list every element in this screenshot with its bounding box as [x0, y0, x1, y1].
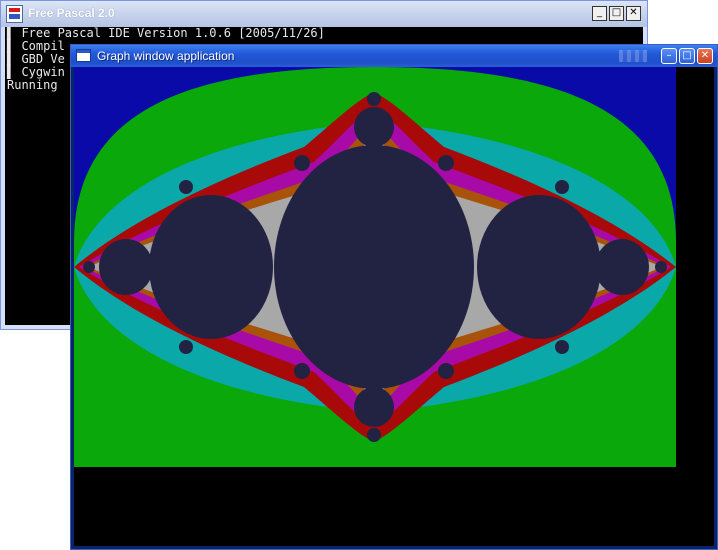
console-minimize-button[interactable]: _: [592, 6, 607, 21]
titlebar-pattern: [619, 50, 647, 62]
console-title: Free Pascal 2.0: [28, 6, 115, 20]
graph-canvas[interactable]: [74, 67, 714, 546]
console-maximize-button[interactable]: □: [609, 6, 624, 21]
console-titlebar[interactable]: Free Pascal 2.0 _ □ ✕: [1, 1, 647, 27]
console-close-button[interactable]: ✕: [626, 6, 641, 21]
julia-set-fractal: [74, 67, 714, 546]
graph-titlebar[interactable]: Graph window application – □ ✕: [71, 45, 717, 67]
graph-close-button[interactable]: ✕: [697, 48, 713, 64]
console-line: ▌ Free Pascal IDE Version 1.0.6 [2005/11…: [7, 27, 325, 40]
graph-title: Graph window application: [97, 49, 235, 63]
graph-minimize-button[interactable]: –: [661, 48, 677, 64]
window-icon: [76, 49, 91, 62]
graph-maximize-button[interactable]: □: [679, 48, 695, 64]
graph-window: Graph window application – □ ✕: [70, 44, 718, 550]
free-pascal-icon: [6, 5, 23, 23]
